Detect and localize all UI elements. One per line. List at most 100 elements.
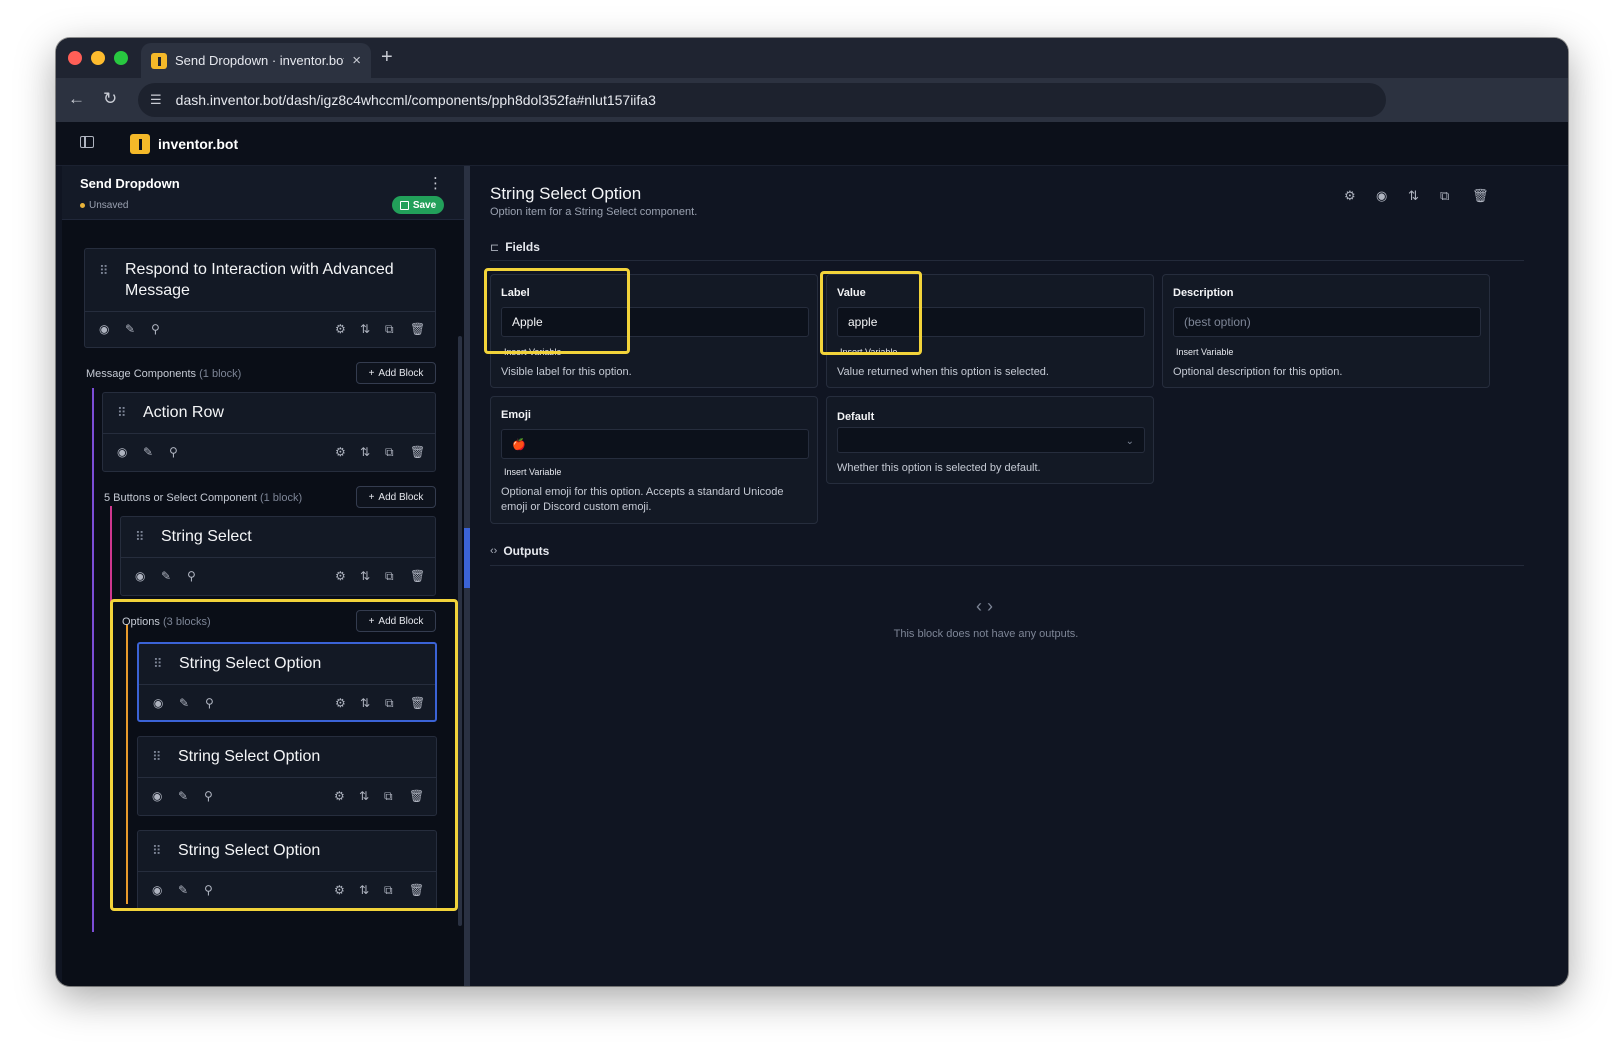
left-panel-scrollbar[interactable] — [458, 336, 462, 926]
settings-icon[interactable]: ⚙ — [334, 883, 345, 897]
pin-icon[interactable]: ⚲ — [151, 322, 160, 336]
section-count: (1 block) — [199, 368, 242, 380]
eye-icon[interactable]: ◉ — [1376, 188, 1387, 204]
settings-icon[interactable]: ⚙ — [334, 789, 345, 803]
browser-tab[interactable]: Send Dropdown · inventor.bot × — [141, 43, 371, 78]
emoji-input[interactable]: 🍎 — [501, 429, 809, 459]
reload-icon[interactable]: ↻ — [103, 89, 117, 109]
settings-icon[interactable]: ⚙ — [335, 696, 346, 710]
edit-icon[interactable]: ✎ — [178, 883, 188, 897]
add-block-button[interactable]: + Add Block — [356, 610, 436, 632]
nesting-line-message-components — [92, 388, 94, 932]
string-select-option-block-3[interactable]: ⠿ String Select Option ◉ ✎ ⚲ ⚙ ⇅ ⧉ 🗑 — [137, 830, 437, 910]
description-input[interactable]: (best option) — [1173, 307, 1481, 337]
add-block-button[interactable]: + Add Block — [356, 486, 436, 508]
drag-handle-icon[interactable]: ⠿ — [99, 263, 108, 279]
settings-icon[interactable]: ⚙ — [335, 569, 346, 583]
back-icon[interactable]: ← — [68, 89, 85, 109]
new-tab-button[interactable]: + — [381, 46, 393, 69]
copy-icon[interactable]: ⧉ — [385, 569, 394, 584]
move-icon[interactable]: ⇅ — [360, 322, 370, 336]
move-icon[interactable]: ⇅ — [360, 569, 370, 583]
fields-section-header: ⊏ Fields — [490, 240, 540, 254]
delete-icon[interactable]: 🗑 — [410, 322, 425, 336]
eye-icon[interactable]: ◉ — [153, 696, 163, 710]
copy-icon[interactable]: ⧉ — [385, 322, 394, 337]
site-settings-icon[interactable]: ☰ — [150, 92, 162, 108]
insert-variable-button[interactable]: Insert Variable — [504, 467, 561, 477]
move-icon[interactable]: ⇅ — [359, 789, 369, 803]
delete-icon[interactable]: 🗑 — [410, 445, 425, 459]
save-button-label: Save — [412, 199, 437, 211]
more-menu-icon[interactable]: ⋮ — [428, 174, 443, 192]
drag-handle-icon[interactable]: ⠿ — [153, 656, 162, 672]
insert-variable-button[interactable]: Insert Variable — [504, 347, 561, 357]
eye-icon[interactable]: ◉ — [135, 569, 145, 583]
eye-icon[interactable]: ◉ — [99, 322, 109, 336]
block-detail-subtitle: Option item for a String Select componen… — [490, 206, 698, 218]
action-row-block[interactable]: ⠿ Action Row ◉ ✎ ⚲ ⚙ ⇅ ⧉ 🗑 — [102, 392, 436, 472]
copy-icon[interactable]: ⧉ — [385, 696, 394, 711]
save-button[interactable]: Save — [392, 196, 444, 214]
insert-variable-button[interactable]: Insert Variable — [840, 347, 897, 357]
eye-icon[interactable]: ◉ — [152, 883, 162, 897]
add-block-label: Add Block — [378, 491, 424, 503]
edit-icon[interactable]: ✎ — [179, 696, 189, 710]
settings-icon[interactable]: ⚙ — [335, 322, 346, 336]
delete-icon[interactable]: 🗑 — [409, 789, 424, 803]
save-status: Unsaved — [89, 200, 129, 211]
plus-icon: + — [368, 367, 375, 379]
add-block-label: Add Block — [378, 367, 424, 379]
minimize-window-button[interactable] — [91, 51, 105, 65]
tab-close-icon[interactable]: × — [352, 52, 361, 69]
settings-icon[interactable]: ⚙ — [335, 445, 346, 459]
nesting-line-buttons — [110, 506, 112, 906]
tab-title: Send Dropdown · inventor.bot — [175, 53, 345, 68]
copy-icon[interactable]: ⧉ — [384, 883, 393, 898]
sidebar-toggle-icon[interactable] — [80, 136, 94, 148]
pin-icon[interactable]: ⚲ — [204, 883, 213, 897]
value-input[interactable]: apple — [837, 307, 1145, 337]
drag-handle-icon[interactable]: ⠿ — [117, 405, 126, 421]
edit-icon[interactable]: ✎ — [161, 569, 171, 583]
move-icon[interactable]: ⇅ — [359, 883, 369, 897]
eye-icon[interactable]: ◉ — [117, 445, 127, 459]
string-select-block[interactable]: ⠿ String Select ◉ ✎ ⚲ ⚙ ⇅ ⧉ 🗑 — [120, 516, 436, 596]
move-icon[interactable]: ⇅ — [360, 696, 370, 710]
edit-icon[interactable]: ✎ — [143, 445, 153, 459]
panel-splitter-handle[interactable] — [464, 528, 470, 588]
copy-icon[interactable]: ⧉ — [384, 789, 393, 804]
edit-icon[interactable]: ✎ — [125, 322, 135, 336]
delete-icon[interactable]: 🗑 — [409, 883, 424, 897]
field-help: Value returned when this option is selec… — [837, 366, 1049, 378]
label-input[interactable]: Apple — [501, 307, 809, 337]
move-icon[interactable]: ⇅ — [1408, 188, 1419, 204]
settings-icon[interactable]: ⚙ — [1344, 188, 1356, 204]
string-select-option-block-2[interactable]: ⠿ String Select Option ◉ ✎ ⚲ ⚙ ⇅ ⧉ 🗑 — [137, 736, 437, 816]
edit-icon[interactable]: ✎ — [178, 789, 188, 803]
drag-handle-icon[interactable]: ⠿ — [152, 843, 161, 859]
save-icon — [399, 200, 409, 210]
default-select[interactable]: ⌄ — [837, 427, 1145, 453]
pin-icon[interactable]: ⚲ — [187, 569, 196, 583]
pin-icon[interactable]: ⚲ — [169, 445, 178, 459]
delete-icon[interactable]: 🗑 — [1472, 188, 1489, 204]
component-header: Send Dropdown ⋮ Unsaved Save — [62, 166, 464, 220]
respond-block[interactable]: ⠿ Respond to Interaction with Advanced M… — [84, 248, 436, 348]
string-select-option-block-1[interactable]: ⠿ String Select Option ◉ ✎ ⚲ ⚙ ⇅ ⧉ 🗑 — [137, 642, 437, 722]
maximize-window-button[interactable] — [114, 51, 128, 65]
add-block-button[interactable]: + Add Block — [356, 362, 436, 384]
close-window-button[interactable] — [68, 51, 82, 65]
copy-icon[interactable]: ⧉ — [385, 445, 394, 460]
copy-icon[interactable]: ⧉ — [1440, 188, 1449, 204]
delete-icon[interactable]: 🗑 — [410, 696, 425, 710]
url-field[interactable]: ☰ dash.inventor.bot/dash/igz8c4whccml/co… — [138, 83, 1386, 117]
drag-handle-icon[interactable]: ⠿ — [152, 749, 161, 765]
pin-icon[interactable]: ⚲ — [204, 789, 213, 803]
eye-icon[interactable]: ◉ — [152, 789, 162, 803]
move-icon[interactable]: ⇅ — [360, 445, 370, 459]
pin-icon[interactable]: ⚲ — [205, 696, 214, 710]
insert-variable-button[interactable]: Insert Variable — [1176, 347, 1233, 357]
delete-icon[interactable]: 🗑 — [410, 569, 425, 583]
drag-handle-icon[interactable]: ⠿ — [135, 529, 144, 545]
